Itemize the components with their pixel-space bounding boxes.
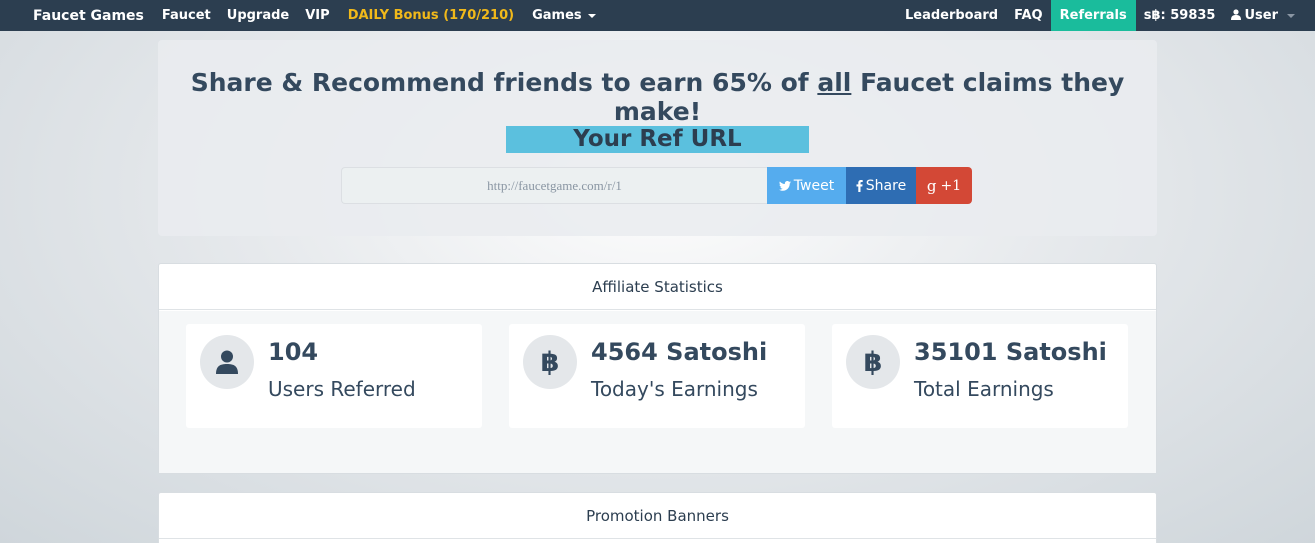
hero-title-underline: all (817, 68, 852, 97)
brand-link[interactable]: Faucet Games (33, 8, 152, 24)
affiliate-statistics-body: 104 Users Referred ฿ 4564 Satoshi Today'… (159, 311, 1156, 473)
stat-value: 104 (268, 338, 319, 366)
facebook-icon (856, 179, 863, 192)
user-icon (200, 335, 254, 389)
tweet-button[interactable]: Tweet (767, 167, 846, 204)
stat-card-todays-earnings: ฿ 4564 Satoshi Today's Earnings (509, 324, 805, 428)
referral-hero: Share & Recommend friends to earn 65% of… (158, 40, 1157, 236)
tweet-button-label: Tweet (793, 177, 835, 194)
nav-referrals[interactable]: Referrals (1050, 0, 1136, 31)
nav-balance[interactable]: s฿: 59835 (1136, 0, 1224, 31)
affiliate-statistics-heading: Affiliate Statistics (159, 264, 1156, 310)
nav-games-dropdown[interactable]: Games (524, 8, 604, 23)
nav-faucet[interactable]: Faucet (154, 8, 219, 23)
stat-card-users-referred: 104 Users Referred (186, 324, 482, 428)
ref-url-label: Your Ref URL (506, 126, 809, 153)
share-button-label: Share (865, 177, 907, 194)
nav-upgrade[interactable]: Upgrade (219, 8, 297, 23)
google-plus-button[interactable]: g +1 (916, 167, 972, 204)
twitter-icon (778, 180, 791, 191)
bitcoin-icon: ฿ (523, 335, 577, 389)
ref-url-row: Tweet Share g+1 (341, 167, 972, 204)
chevron-down-icon (587, 13, 596, 18)
nav-left: Faucet Games Faucet Upgrade VIP DAILY Bo… (0, 8, 604, 24)
nav-games-label: Games (532, 8, 582, 23)
nav-faq[interactable]: FAQ (1006, 0, 1051, 31)
promotion-banners-heading: Promotion Banners (159, 493, 1156, 539)
google-plus-icon: g (926, 176, 937, 195)
affiliate-statistics-panel: Affiliate Statistics 104 Users Referred … (158, 263, 1157, 474)
nav-leaderboard[interactable]: Leaderboard (897, 0, 1006, 31)
nav-right: Leaderboard FAQ Referrals s฿: 59835 User (897, 0, 1315, 31)
stat-card-total-earnings: ฿ 35101 Satoshi Total Earnings (832, 324, 1128, 428)
stat-value: 4564 Satoshi (591, 338, 768, 366)
stat-value: 35101 Satoshi (914, 338, 1107, 366)
hero-title: Share & Recommend friends to earn 65% of… (158, 68, 1157, 126)
hero-title-before: Share & Recommend friends to earn 65% of (190, 68, 818, 97)
promotion-banners-panel: Promotion Banners (158, 492, 1157, 543)
ref-url-input[interactable] (341, 167, 767, 204)
chevron-down-icon (1287, 13, 1295, 18)
nav-user-label: User (1244, 8, 1278, 23)
user-icon (1231, 9, 1242, 20)
stat-label: Total Earnings (914, 377, 1054, 401)
stat-label: Today's Earnings (591, 377, 758, 401)
facebook-share-button[interactable]: Share (846, 167, 916, 204)
nav-user-dropdown[interactable]: User (1223, 0, 1315, 31)
nav-daily-bonus[interactable]: DAILY Bonus (170/210) (340, 8, 522, 23)
gplus-button-label: +1 (940, 177, 962, 194)
bitcoin-icon: ฿ (846, 335, 900, 389)
nav-vip[interactable]: VIP (297, 8, 337, 23)
stat-label: Users Referred (268, 377, 416, 401)
top-navbar: Faucet Games Faucet Upgrade VIP DAILY Bo… (0, 0, 1315, 31)
